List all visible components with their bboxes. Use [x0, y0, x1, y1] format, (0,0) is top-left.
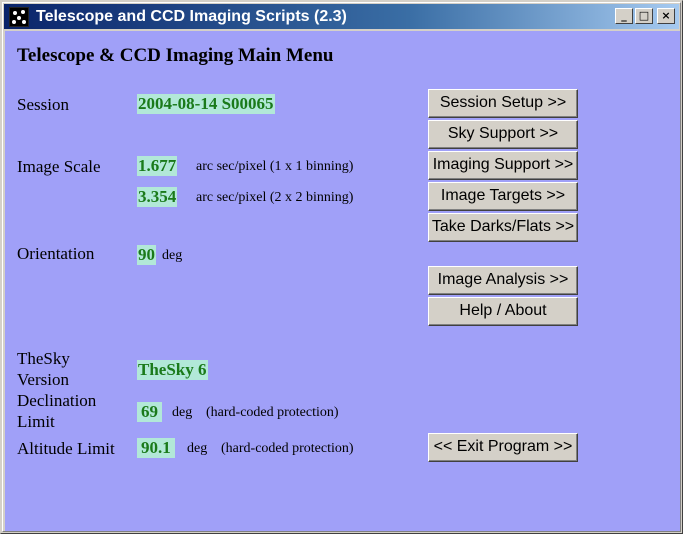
exit-program-button[interactable]: << Exit Program >>	[428, 433, 578, 462]
declination-limit-note: (hard-coded protection)	[206, 405, 339, 420]
image-targets-button[interactable]: Image Targets >>	[428, 182, 578, 211]
declination-limit-value: 69	[137, 402, 162, 422]
thesky-version-value: TheSky 6	[137, 360, 208, 380]
session-value: 2004-08-14 S00065	[137, 94, 275, 114]
orientation-value: 90	[137, 245, 156, 265]
help-about-button[interactable]: Help / About	[428, 297, 578, 326]
thesky-version-label-line2: Version	[17, 370, 69, 389]
orientation-unit: deg	[162, 248, 183, 263]
image-scale-label: Image Scale	[17, 157, 101, 176]
close-button[interactable]: ×	[657, 8, 675, 24]
take-darks-flats-button[interactable]: Take Darks/Flats >>	[428, 213, 578, 242]
image-scale-value-1x1: 1.677	[137, 156, 178, 176]
declination-limit-label-line1: Declination	[17, 391, 97, 410]
altitude-limit-unit: deg	[187, 441, 208, 456]
page-title: Telescope & CCD Imaging Main Menu	[17, 45, 334, 66]
app-icon[interactable]	[9, 6, 29, 27]
image-scale-unit-2x2: arc sec/pixel (2 x 2 binning)	[196, 190, 354, 205]
image-analysis-button[interactable]: Image Analysis >>	[428, 266, 578, 295]
altitude-limit-value: 90.1	[137, 438, 175, 458]
imaging-support-button[interactable]: Imaging Support >>	[428, 151, 578, 180]
window-controls: _ □ ×	[615, 8, 675, 24]
maximize-button[interactable]: □	[635, 8, 653, 24]
window-title: Telescope and CCD Imaging Scripts (2.3)	[36, 7, 347, 25]
main-panel: Telescope & CCD Imaging Main Menu Sessio…	[5, 31, 680, 531]
declination-limit-label-line2: Limit	[17, 412, 55, 431]
altitude-limit-note: (hard-coded protection)	[221, 441, 354, 456]
app-window: Telescope and CCD Imaging Scripts (2.3) …	[0, 0, 683, 534]
altitude-limit-label: Altitude Limit	[17, 439, 115, 458]
declination-limit-unit: deg	[172, 405, 193, 420]
image-scale-value-2x2: 3.354	[137, 187, 178, 207]
minimize-button[interactable]: _	[615, 8, 633, 24]
title-bar[interactable]: Telescope and CCD Imaging Scripts (2.3) …	[4, 4, 679, 29]
image-scale-unit-1x1: arc sec/pixel (1 x 1 binning)	[196, 159, 354, 174]
session-label: Session	[17, 95, 69, 114]
orientation-label: Orientation	[17, 244, 95, 263]
session-setup-button[interactable]: Session Setup >>	[428, 89, 578, 118]
sky-support-button[interactable]: Sky Support >>	[428, 120, 578, 149]
thesky-version-label-line1: TheSky	[17, 349, 70, 368]
